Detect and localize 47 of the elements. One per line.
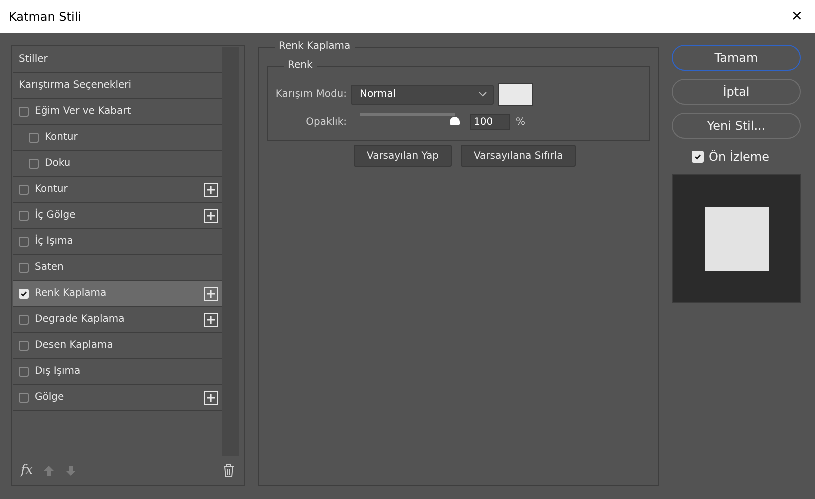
checkbox[interactable] (19, 184, 29, 194)
checkbox[interactable] (19, 314, 29, 324)
fx-button[interactable]: fx (21, 463, 34, 478)
dialog-button[interactable]: Yeni Stil... (672, 113, 801, 139)
checkbox[interactable] (19, 106, 29, 116)
style-item[interactable]: Kontur (13, 177, 222, 203)
add-icon[interactable] (204, 312, 218, 326)
field-label: Karışım Modu: (274, 89, 348, 100)
scrollbar[interactable] (222, 47, 239, 456)
style-item[interactable]: Degrade Kaplama (13, 307, 222, 333)
field-label: Opaklık: (305, 116, 348, 128)
window-title: Katman Stili (9, 10, 82, 24)
checkbox[interactable] (19, 340, 29, 350)
down-arrow-icon[interactable] (65, 464, 78, 476)
check-icon (694, 153, 702, 161)
group-title: Renk (284, 60, 317, 71)
color-swatch[interactable] (498, 83, 533, 106)
opacity-field[interactable]: 100 (470, 114, 510, 130)
add-icon[interactable] (204, 390, 218, 404)
close-button[interactable]: ✕ (787, 8, 807, 24)
unit-label: % (516, 116, 526, 128)
default-button[interactable]: Varsayılan Yap (354, 145, 452, 167)
slider-thumb[interactable] (450, 117, 460, 125)
checkbox[interactable] (19, 392, 29, 402)
add-icon[interactable] (204, 286, 218, 300)
section-title: Renk Kaplama (275, 41, 355, 52)
up-arrow-icon[interactable] (43, 464, 56, 476)
trash-icon[interactable] (223, 464, 235, 478)
dialog-button[interactable]: İptal (672, 79, 801, 105)
style-item[interactable]: Renk Kaplama (13, 281, 222, 307)
checkbox[interactable] (29, 158, 39, 168)
checkbox[interactable] (19, 210, 29, 220)
checkbox[interactable] (29, 132, 39, 142)
checkbox[interactable] (19, 236, 29, 246)
default-button[interactable]: Varsayılana Sıfırla (460, 145, 576, 167)
chevron-icon (479, 92, 487, 97)
preview-swatch (704, 206, 768, 270)
checkbox[interactable] (19, 262, 29, 272)
style-item[interactable]: Gölge (13, 385, 222, 411)
dialog-button[interactable]: Tamam (672, 45, 801, 71)
checkbox-label: Ön İzleme (709, 150, 770, 164)
add-icon[interactable] (204, 208, 218, 222)
blend-mode-dropdown[interactable]: Normal (351, 84, 494, 104)
checkbox[interactable] (19, 366, 29, 376)
check-icon (20, 290, 28, 298)
add-icon[interactable] (204, 182, 218, 196)
style-item[interactable]: İç Gölge (13, 203, 222, 229)
